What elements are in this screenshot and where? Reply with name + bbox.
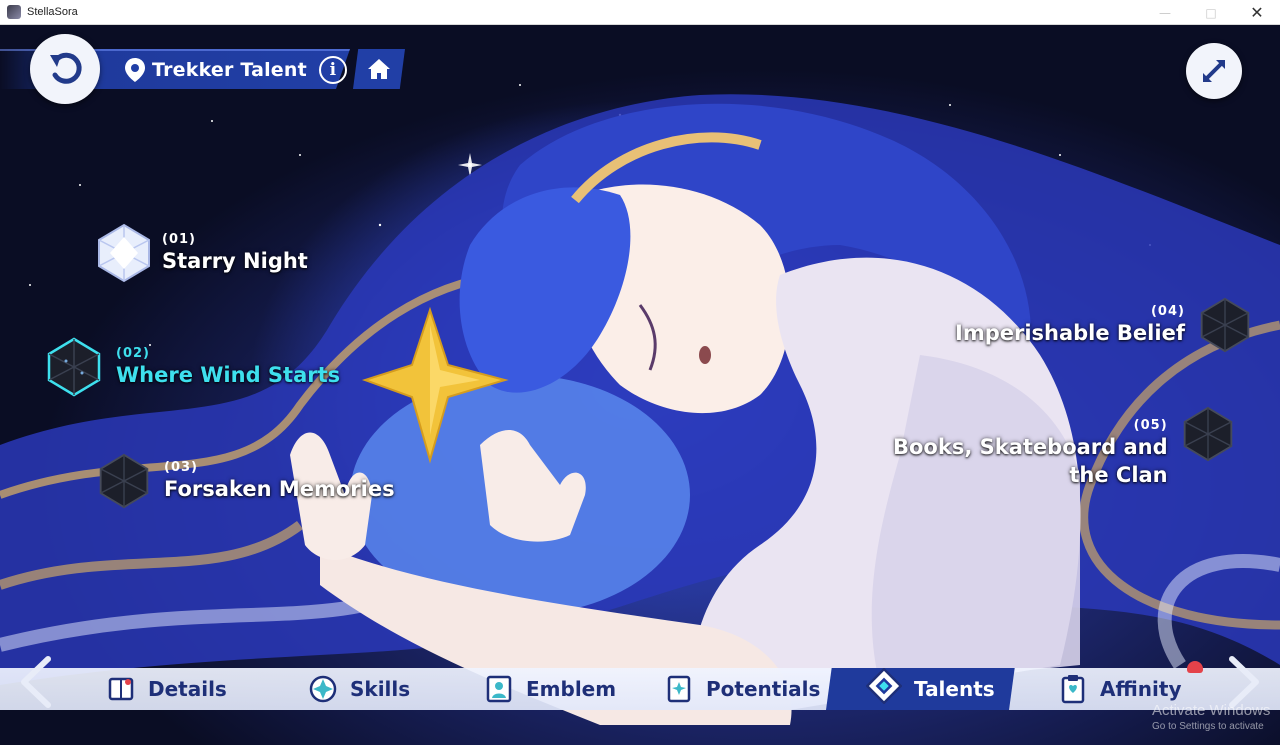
- talent-number: (02): [116, 345, 150, 361]
- talent-name-line1: Books, Skateboard and: [893, 435, 1168, 459]
- compass-star-icon: [309, 675, 337, 703]
- os-watermark: Activate Windows Go to Settings to activ…: [1152, 703, 1270, 735]
- talent-node-02[interactable]: (02) Where Wind Starts: [44, 337, 340, 397]
- back-button[interactable]: [30, 34, 100, 104]
- undo-arrow-icon: [50, 52, 82, 84]
- bottom-tab-bar: Details Skills Emblem Potentials Talents…: [0, 668, 1280, 710]
- tab-talents[interactable]: Talents: [826, 668, 1015, 710]
- tab-skills[interactable]: Skills: [308, 668, 410, 710]
- talent-name: Forsaken Memories: [164, 476, 395, 501]
- card-icon: [667, 675, 691, 703]
- talent-number: (01): [162, 231, 196, 247]
- dark-crystal-icon: [1200, 297, 1250, 353]
- page-title: Trekker Talent: [152, 59, 307, 81]
- talent-number: (04): [1150, 303, 1185, 319]
- talent-node-01[interactable]: (01) Starry Night: [94, 223, 308, 283]
- minimize-button[interactable]: —: [1142, 0, 1188, 25]
- maximize-button[interactable]: □: [1188, 0, 1234, 25]
- talent-number: (05): [1133, 418, 1168, 433]
- close-window-button[interactable]: ✕: [1234, 0, 1280, 25]
- tab-potentials[interactable]: Potentials: [664, 668, 820, 710]
- diamond-icon: [866, 668, 902, 704]
- next-arrow-icon[interactable]: [1226, 655, 1262, 709]
- dark-crystal-icon: [47, 337, 101, 397]
- tab-label: Emblem: [526, 677, 617, 701]
- watermark-line1: Activate Windows: [1152, 702, 1271, 719]
- tab-label: Affinity: [1100, 677, 1182, 701]
- tab-label: Talents: [914, 677, 995, 701]
- breadcrumb: Trekker Talent i: [124, 53, 347, 87]
- talent-node-03[interactable]: (03) Forsaken Memories: [96, 453, 395, 509]
- expand-arrows-icon: [1203, 60, 1225, 82]
- dark-crystal-icon: [1183, 406, 1232, 461]
- portrait-icon: [486, 675, 512, 703]
- talent-node-05[interactable]: (05) Books, Skateboard and the Clan: [893, 406, 1236, 489]
- tab-emblem[interactable]: Emblem: [484, 668, 616, 710]
- window-title: StellaSora: [27, 6, 78, 18]
- previous-arrow-icon[interactable]: [18, 655, 54, 709]
- window-titlebar: StellaSora — □ ✕: [0, 0, 1280, 25]
- tab-label: Details: [148, 677, 227, 701]
- talent-name: Imperishable Belief: [955, 320, 1185, 345]
- tab-details[interactable]: Details: [106, 668, 227, 710]
- fullscreen-button[interactable]: [1186, 43, 1242, 99]
- talent-node-04[interactable]: (04) Imperishable Belief: [955, 297, 1253, 353]
- app-icon: [7, 5, 21, 19]
- tab-label: Skills: [350, 677, 411, 701]
- dark-crystal-icon: [99, 453, 149, 509]
- home-icon: [368, 59, 390, 79]
- notification-badge: [1187, 661, 1203, 673]
- game-viewport: Trekker Talent i (01) Starry Night (02) …: [0, 25, 1280, 745]
- clipboard-icon: [1061, 675, 1085, 704]
- location-pin-icon: [125, 58, 145, 82]
- watermark-line2: Go to Settings to activate: [1152, 721, 1264, 732]
- info-icon[interactable]: i: [318, 56, 347, 84]
- white-crystal-icon: [98, 223, 150, 283]
- talent-name: Where Wind Starts: [116, 362, 341, 387]
- home-button[interactable]: [353, 49, 405, 89]
- tab-label: Potentials: [706, 677, 821, 701]
- book-icon: [108, 677, 134, 701]
- talent-number: (03): [164, 459, 198, 475]
- talent-name: Starry Night: [162, 248, 308, 273]
- talent-name-line2: the Clan: [1069, 463, 1168, 487]
